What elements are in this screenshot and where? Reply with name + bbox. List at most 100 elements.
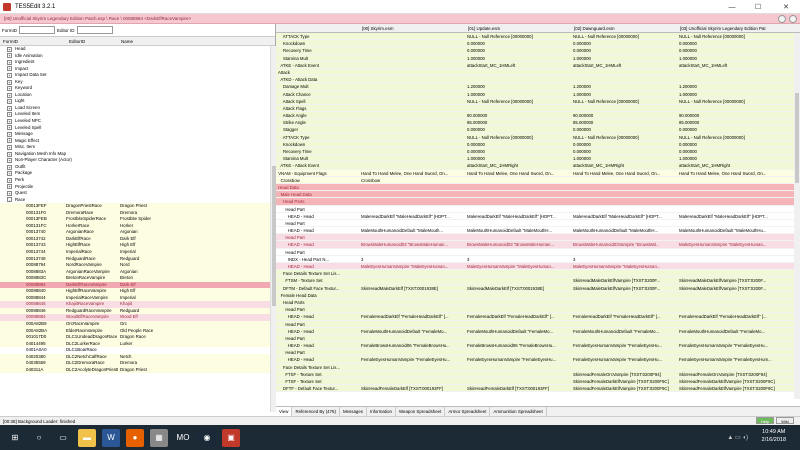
field-value[interactable]: BrowsMaleHumanoid03 "BrowsMaleHuman... [360,241,466,247]
field-value[interactable] [466,306,572,312]
grid-row[interactable]: FTSF - Texture Set SkinHeadFemaleDarkElfV… [276,378,794,386]
grid-row[interactable]: Knockdown 0.000000 0.000000 0.000000 [276,140,794,148]
grid-row[interactable]: Attack Chance 1.000000 1.000000 1.000000 [276,90,794,98]
close-button[interactable]: ✕ [774,0,798,14]
race-record-row[interactable]: 00088846 RedguardRaceVampire Redguard [0,307,270,315]
field-value[interactable]: NULL - Null Reference [00000000] [678,33,794,39]
expand-toggle-icon[interactable]: + [7,59,12,65]
race-record-row[interactable]: 00013742 DarkElfRace Dark Elf [0,235,270,243]
field-value[interactable] [466,184,572,190]
field-value[interactable]: attackStart_MC_1HMRight [572,162,678,168]
tab-weapon-spreadsheet[interactable]: Weapon Spreadsheet [396,406,446,417]
field-value[interactable] [360,184,466,190]
field-value[interactable] [360,33,466,39]
grid-row[interactable]: Head Part [276,248,794,256]
grid-row[interactable]: Head Part [276,306,794,314]
field-value[interactable] [360,371,466,377]
field-value[interactable] [572,177,678,183]
task-view-icon[interactable]: ▭ [54,429,72,447]
grid-row[interactable]: ATTACK Type NULL - Null Reference [000000… [276,133,794,141]
field-value[interactable] [360,270,466,276]
clock[interactable]: 10:49 AM 2/16/2018 [762,428,786,444]
expand-toggle-icon[interactable]: + [7,53,12,59]
race-record-row[interactable]: 000A82BA ElderRaceVampire Old People Race [0,327,270,335]
field-value[interactable] [572,321,678,327]
field-value[interactable]: NULL - Null Reference [00000000] [678,134,794,140]
field-value[interactable]: 0.000000 [572,40,678,46]
field-value[interactable] [360,76,466,82]
column-name[interactable]: Name [118,39,133,44]
field-value[interactable] [360,162,466,168]
field-value[interactable]: attackStart_MC_1HMLeft [572,62,678,68]
field-value[interactable]: SkinHeadFemaleDarkElf [TXST:000193FF] [466,385,572,391]
grid-row[interactable]: Stamina Mult 1.000000 1.000000 1.000000 [276,155,794,163]
field-value[interactable] [360,62,466,68]
expand-toggle-icon[interactable]: + [7,190,12,196]
field-value[interactable] [360,220,466,226]
column-update[interactable]: [01] Update.esm [466,24,572,32]
field-value[interactable]: 1.000000 [466,91,572,97]
field-value[interactable] [360,55,466,61]
race-record-row[interactable]: 001017D0 DLC1UndeadDragonRace Dragon Race [0,334,270,341]
expand-toggle-icon[interactable]: + [7,99,12,105]
grid-row[interactable]: ATTACK Type NULL - Null Reference [000000… [276,33,794,41]
field-value[interactable] [360,105,466,111]
file-explorer-icon[interactable]: ▬ [78,428,96,447]
column-dawnguard[interactable]: [02] Dawnguard.esm [572,24,678,32]
field-value[interactable] [360,69,466,75]
grid-row[interactable]: Recovery Time 0.000000 0.000000 0.000000 [276,148,794,156]
field-value[interactable]: BrowsMaleHumanoid03 "BrowsMaleHuman... [466,241,572,247]
field-value[interactable] [572,364,678,370]
field-value[interactable]: FemaleMouthHumanoidDefault "FemaleMo... [466,328,572,334]
field-value[interactable] [678,306,794,312]
field-value[interactable] [360,292,466,298]
field-value[interactable] [678,184,794,190]
column-usleep[interactable]: [03] Unofficial Skyrim Legendary Edition… [678,24,794,32]
field-value[interactable] [360,335,466,341]
expand-toggle-icon[interactable]: + [7,144,12,150]
race-record-row[interactable]: 00088794 NordRaceVampire Nord [0,262,270,269]
field-value[interactable] [360,134,466,140]
grid-row[interactable]: ATKD - Attack Data [276,76,794,84]
field-value[interactable] [572,69,678,75]
back-button[interactable] [778,15,786,23]
grid-row[interactable]: Stagger 0.000000 0.000000 0.000000 [276,126,794,134]
grid-scroll-thumb[interactable] [795,93,799,183]
expand-toggle-icon[interactable]: + [7,164,12,170]
field-value[interactable] [360,155,466,161]
field-value[interactable] [466,234,572,240]
field-value[interactable]: 0.000000 [466,141,572,147]
field-value[interactable]: FemaleBrowsHumanoid06 "FemaleBrowsHu... [360,342,466,348]
field-value[interactable]: 0.000000 [678,126,794,132]
field-value[interactable] [360,364,466,370]
field-value[interactable]: MaleMouthHumanoidDefault "MaleMouthH... [572,227,678,233]
field-value[interactable] [360,321,466,327]
field-value[interactable] [360,47,466,53]
field-value[interactable]: NULL - Null Reference [00000000] [572,33,678,39]
field-value[interactable]: MaleEyesHumanVampire "MaleEyesHuman... [572,263,678,269]
field-value[interactable] [678,69,794,75]
field-value[interactable] [466,277,572,283]
race-record-row[interactable]: 00013FEF DragonPriestRace Dragon Priest [0,203,270,210]
tes5edit-taskbar-icon[interactable]: ▣ [222,428,240,447]
field-value[interactable] [466,206,572,212]
grid-row[interactable]: Head Part [276,334,794,343]
field-value[interactable]: 1.000000 [678,155,794,161]
field-value[interactable] [466,249,572,255]
field-value[interactable]: 1.000000 [466,55,572,61]
field-value[interactable] [678,299,794,305]
field-value[interactable] [360,126,466,132]
race-record-row[interactable]: 0008883C BretonRaceVampire Breton [0,275,270,282]
field-value[interactable]: NULL - Null Reference [00000000] [572,98,678,104]
field-value[interactable]: FemaleMouthHumanoidDefault "FemaleMo... [572,328,678,334]
grid-row[interactable]: Strike Angle 85.000000 85.000000 85.000000 [276,119,794,127]
field-value[interactable]: 0.000000 [678,141,794,147]
expand-toggle-icon[interactable]: + [7,86,12,92]
column-skyrim[interactable]: [00] Skyrim.esm [360,24,466,32]
race-record-row[interactable]: 00013743 HighElfRace High Elf [0,242,270,249]
race-record-row[interactable]: 0008883A ArgonianRaceVampire Argonian [0,268,270,276]
expand-toggle-icon[interactable]: + [7,138,12,144]
field-value[interactable] [466,69,572,75]
record-grid[interactable]: ATTACK Type NULL - Null Reference [000000… [276,33,794,399]
field-value[interactable] [572,206,678,212]
